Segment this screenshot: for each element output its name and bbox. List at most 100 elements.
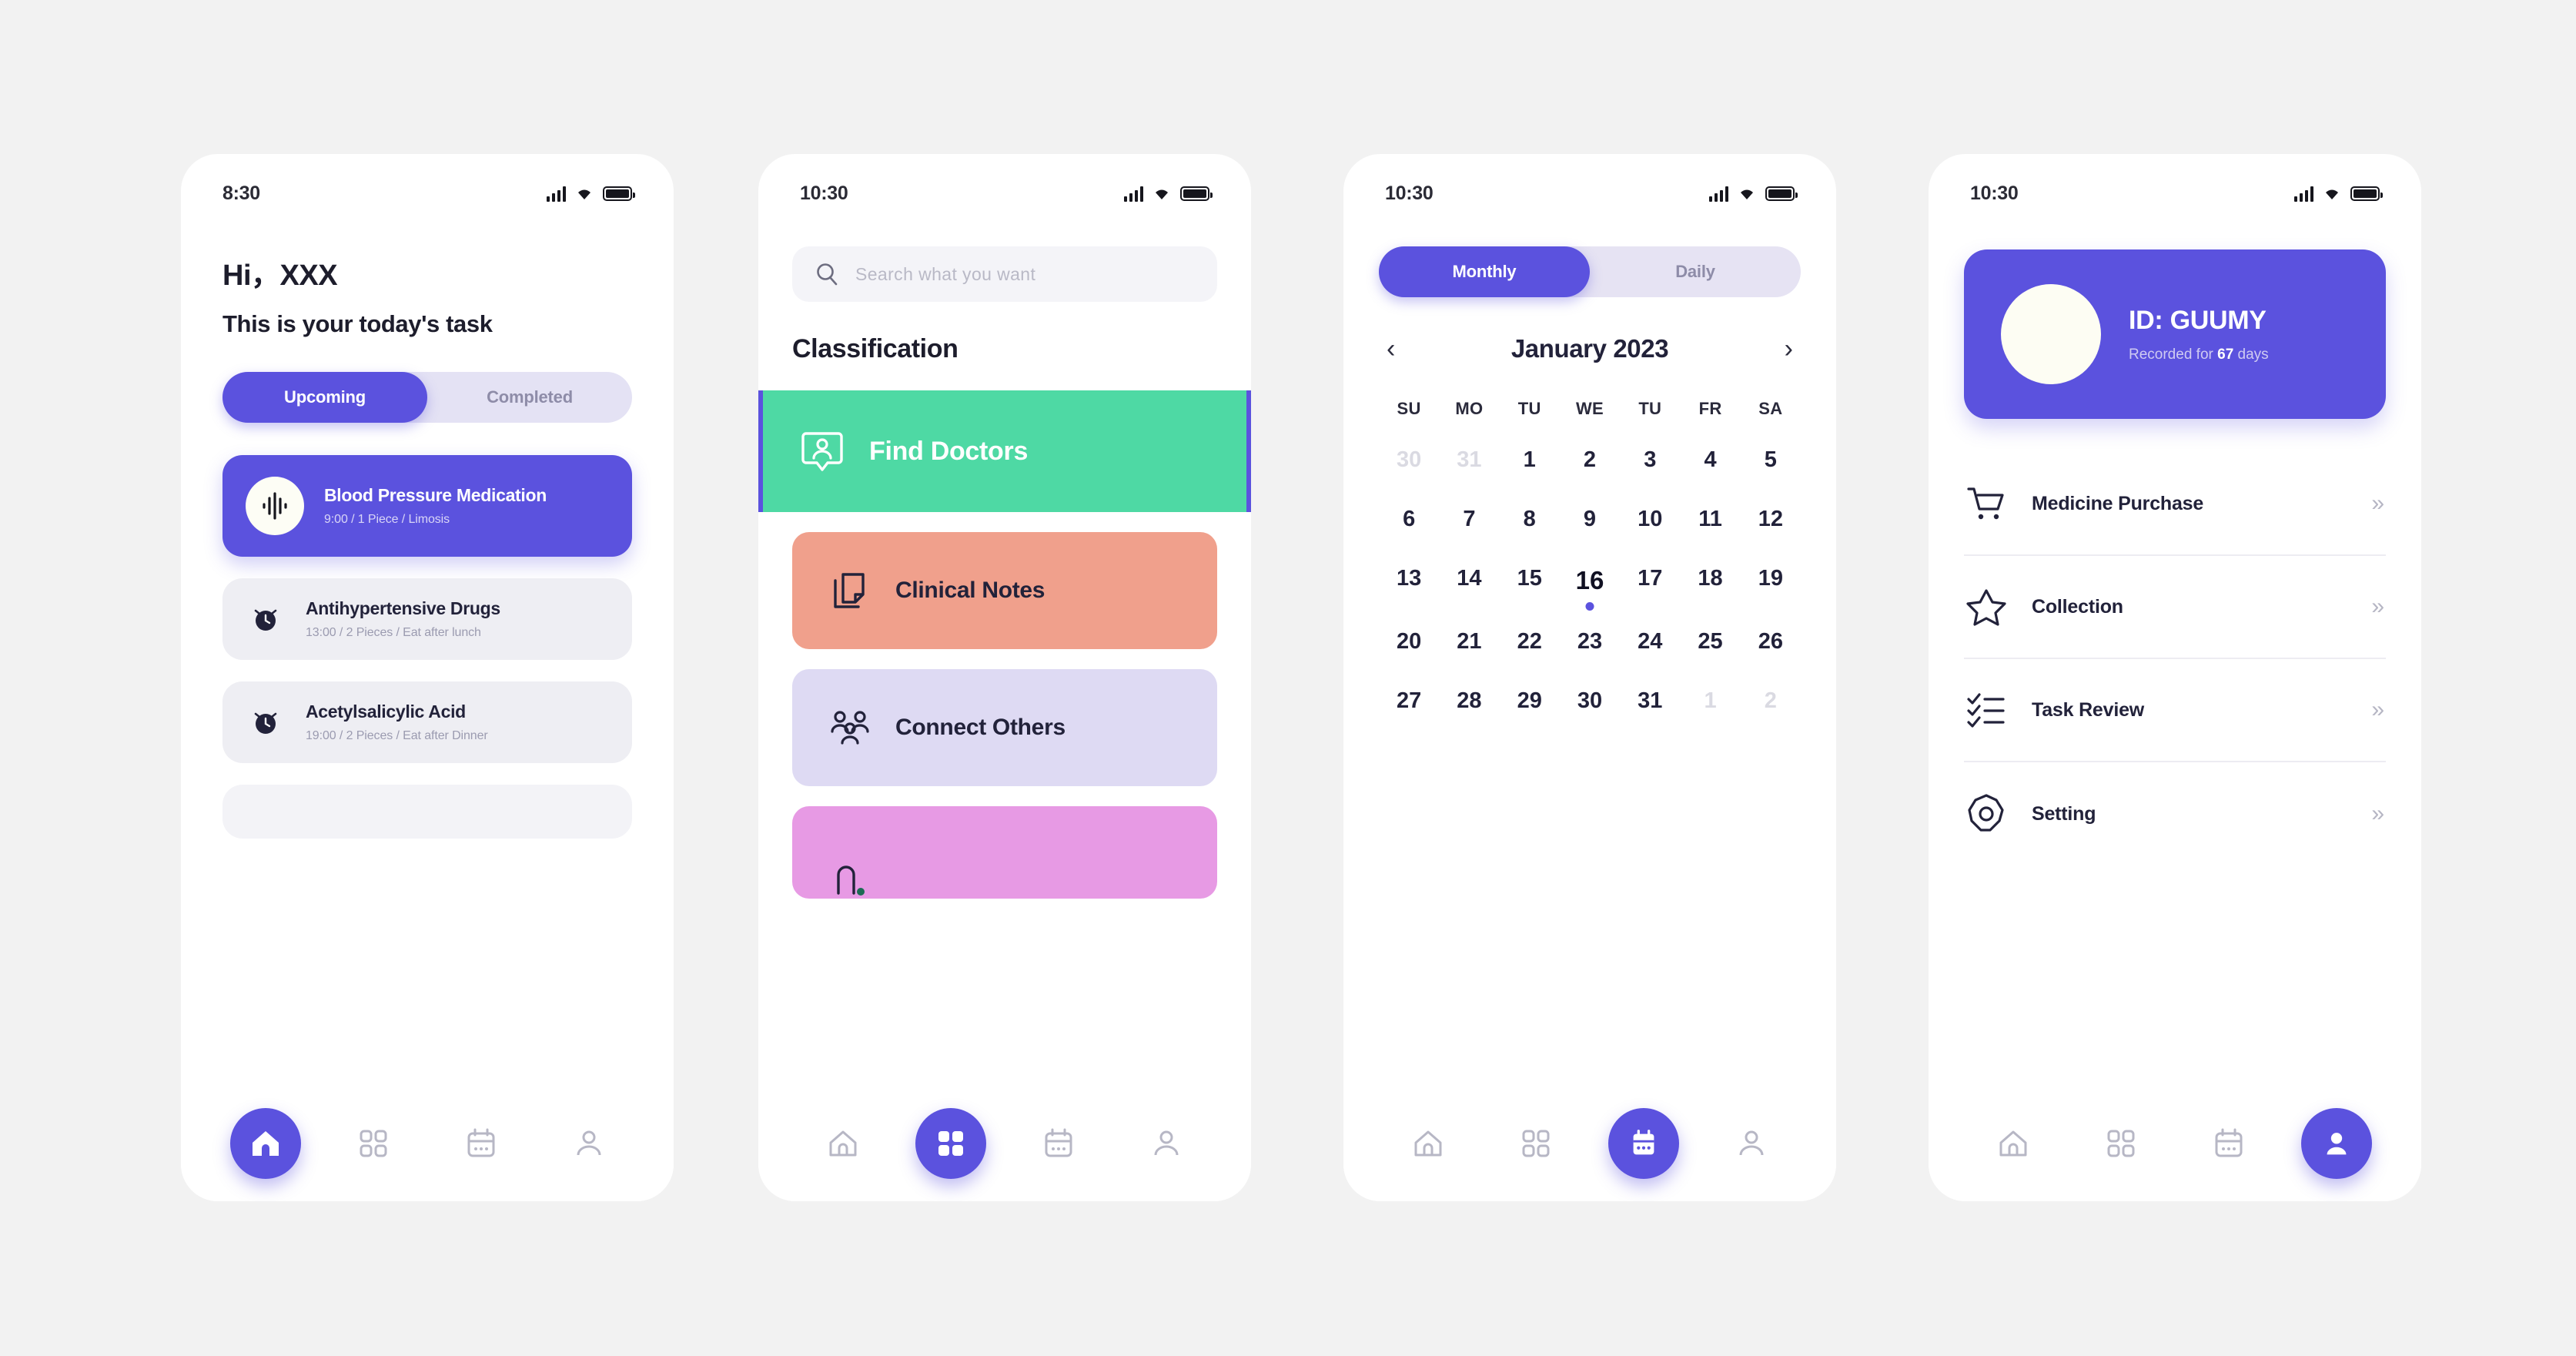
category-connect-others[interactable]: Connect Others bbox=[792, 669, 1217, 786]
nav-home[interactable] bbox=[1393, 1108, 1464, 1179]
status-bar: 8:30 bbox=[181, 154, 674, 213]
nav-calendar[interactable] bbox=[446, 1108, 517, 1179]
recorded-count: 67 bbox=[2217, 346, 2234, 363]
category-clinical-notes[interactable]: Clinical Notes bbox=[792, 532, 1217, 649]
nav-home[interactable] bbox=[230, 1108, 301, 1179]
tab-upcoming[interactable]: Upcoming bbox=[222, 372, 427, 423]
task-card[interactable]: Acetylsalicylic Acid 19:00 / 2 Pieces / … bbox=[222, 681, 632, 763]
nav-calendar[interactable] bbox=[2193, 1108, 2264, 1179]
calendar-day[interactable]: 13 bbox=[1379, 561, 1439, 601]
status-icons bbox=[1124, 186, 1213, 202]
calendar-day[interactable]: 15 bbox=[1500, 561, 1560, 601]
status-time: 10:30 bbox=[1970, 182, 2019, 204]
wifi-icon bbox=[1156, 189, 1168, 199]
calendar-day[interactable]: 18 bbox=[1680, 561, 1740, 601]
calendar-day[interactable]: 30 bbox=[1560, 683, 1620, 719]
chevron-right-icon[interactable]: » bbox=[2371, 697, 2386, 723]
calendar-day[interactable]: 21 bbox=[1439, 624, 1499, 660]
calendar-day[interactable]: 17 bbox=[1620, 561, 1680, 601]
status-bar: 10:30 bbox=[758, 154, 1251, 213]
shopping-cart-icon bbox=[1967, 487, 2004, 520]
chevron-right-icon[interactable]: › bbox=[1777, 333, 1801, 365]
calendar-day[interactable]: 22 bbox=[1500, 624, 1560, 660]
calendar-day[interactable]: 8 bbox=[1500, 501, 1560, 537]
nav-home[interactable] bbox=[808, 1108, 878, 1179]
nav-grid[interactable] bbox=[1500, 1108, 1571, 1179]
weekday-label: FR bbox=[1698, 399, 1722, 418]
calendar-day[interactable]: 10 bbox=[1620, 501, 1680, 537]
chevron-right-icon[interactable]: » bbox=[2371, 594, 2386, 620]
calendar-day[interactable]: 27 bbox=[1379, 683, 1439, 719]
chevron-right-icon[interactable]: » bbox=[2371, 491, 2386, 517]
calendar-day[interactable]: 31 bbox=[1439, 442, 1499, 478]
chevron-left-icon[interactable]: ‹ bbox=[1379, 333, 1403, 365]
calendar-day[interactable]: 12 bbox=[1741, 501, 1801, 537]
search-input[interactable]: Search what you want bbox=[855, 264, 1035, 285]
nav-calendar[interactable] bbox=[1608, 1108, 1679, 1179]
menu-item-collection[interactable]: Collection » bbox=[1964, 556, 2386, 659]
status-icons bbox=[547, 186, 635, 202]
calendar-day[interactable]: 25 bbox=[1680, 624, 1740, 660]
person-icon bbox=[1739, 1130, 1764, 1156]
nav-profile[interactable] bbox=[2301, 1108, 2372, 1179]
task-detail: 19:00 / 2 Pieces / Eat after Dinner bbox=[306, 729, 488, 742]
star-icon bbox=[1966, 589, 2006, 626]
menu-item-setting[interactable]: Setting » bbox=[1964, 762, 2386, 865]
calendar-day[interactable]: 9 bbox=[1560, 501, 1620, 537]
calendar-day[interactable]: 28 bbox=[1439, 683, 1499, 719]
nav-grid[interactable] bbox=[338, 1108, 409, 1179]
calendar-day[interactable]: 30 bbox=[1379, 442, 1439, 478]
menu-label: Collection bbox=[2032, 595, 2123, 618]
task-card-text: Blood Pressure Medication 9:00 / 1 Piece… bbox=[324, 485, 547, 527]
calendar-screen-body: Monthly Daily ‹ January 2023 › SU MO TU … bbox=[1343, 213, 1836, 1086]
tab-monthly[interactable]: Monthly bbox=[1379, 246, 1590, 297]
nav-grid[interactable] bbox=[915, 1108, 986, 1179]
nav-profile[interactable] bbox=[1131, 1108, 1202, 1179]
calendar-day[interactable]: 2 bbox=[1560, 442, 1620, 478]
calendar-day[interactable]: 7 bbox=[1439, 501, 1499, 537]
tab-completed[interactable]: Completed bbox=[427, 372, 632, 423]
classification-heading: Classification bbox=[792, 334, 958, 363]
calendar-day[interactable]: 1 bbox=[1680, 683, 1740, 719]
profile-screen-body: ID: GUUMY Recorded for 67 days Medicine … bbox=[1929, 213, 2421, 1086]
calendar-day[interactable]: 5 bbox=[1741, 442, 1801, 478]
category-find-doctors[interactable]: Find Doctors bbox=[758, 390, 1251, 512]
tab-daily[interactable]: Daily bbox=[1590, 246, 1801, 297]
calendar-day[interactable]: 29 bbox=[1500, 683, 1560, 719]
nav-profile[interactable] bbox=[554, 1108, 624, 1179]
nav-profile[interactable] bbox=[1716, 1108, 1787, 1179]
calendar-day[interactable]: 24 bbox=[1620, 624, 1680, 660]
calendar-day[interactable]: 11 bbox=[1680, 501, 1740, 537]
search-bar[interactable]: Search what you want bbox=[792, 246, 1217, 302]
calendar-day[interactable]: 3 bbox=[1620, 442, 1680, 478]
calendar-day[interactable]: 23 bbox=[1560, 624, 1620, 660]
grid-icon bbox=[938, 1131, 963, 1156]
nav-home[interactable] bbox=[1978, 1108, 2049, 1179]
nav-calendar[interactable] bbox=[1023, 1108, 1094, 1179]
calendar-day[interactable]: 4 bbox=[1680, 442, 1740, 478]
avatar[interactable] bbox=[2001, 284, 2101, 384]
calendar-day[interactable]: 1 bbox=[1500, 442, 1560, 478]
calendar-day[interactable]: 31 bbox=[1620, 683, 1680, 719]
menu-label: Setting bbox=[2032, 802, 2096, 825]
calendar-day-selected[interactable]: 16 bbox=[1560, 561, 1620, 601]
menu-item-medicine-purchase[interactable]: Medicine Purchase » bbox=[1964, 453, 2386, 556]
task-card-partial[interactable] bbox=[222, 785, 632, 839]
calendar-day[interactable]: 6 bbox=[1379, 501, 1439, 537]
greeting-text: Hi，XXX bbox=[222, 259, 338, 292]
calendar-day[interactable]: 26 bbox=[1741, 624, 1801, 660]
nav-grid[interactable] bbox=[2086, 1108, 2156, 1179]
wifi-icon bbox=[2326, 189, 2338, 199]
calendar-day[interactable]: 14 bbox=[1439, 561, 1499, 601]
chevron-right-icon[interactable]: » bbox=[2371, 801, 2386, 827]
category-partial[interactable] bbox=[792, 806, 1217, 899]
task-card[interactable]: Antihypertensive Drugs 13:00 / 2 Pieces … bbox=[222, 578, 632, 660]
calendar-day[interactable]: 19 bbox=[1741, 561, 1801, 601]
menu-item-task-review[interactable]: Task Review » bbox=[1964, 659, 2386, 762]
profile-card[interactable]: ID: GUUMY Recorded for 67 days bbox=[1964, 249, 2386, 419]
calendar-day[interactable]: 2 bbox=[1741, 683, 1801, 719]
grid-icon bbox=[2107, 1130, 2135, 1157]
wifi-icon bbox=[578, 189, 590, 199]
task-card-primary[interactable]: Blood Pressure Medication 9:00 / 1 Piece… bbox=[222, 455, 632, 557]
calendar-day[interactable]: 20 bbox=[1379, 624, 1439, 660]
